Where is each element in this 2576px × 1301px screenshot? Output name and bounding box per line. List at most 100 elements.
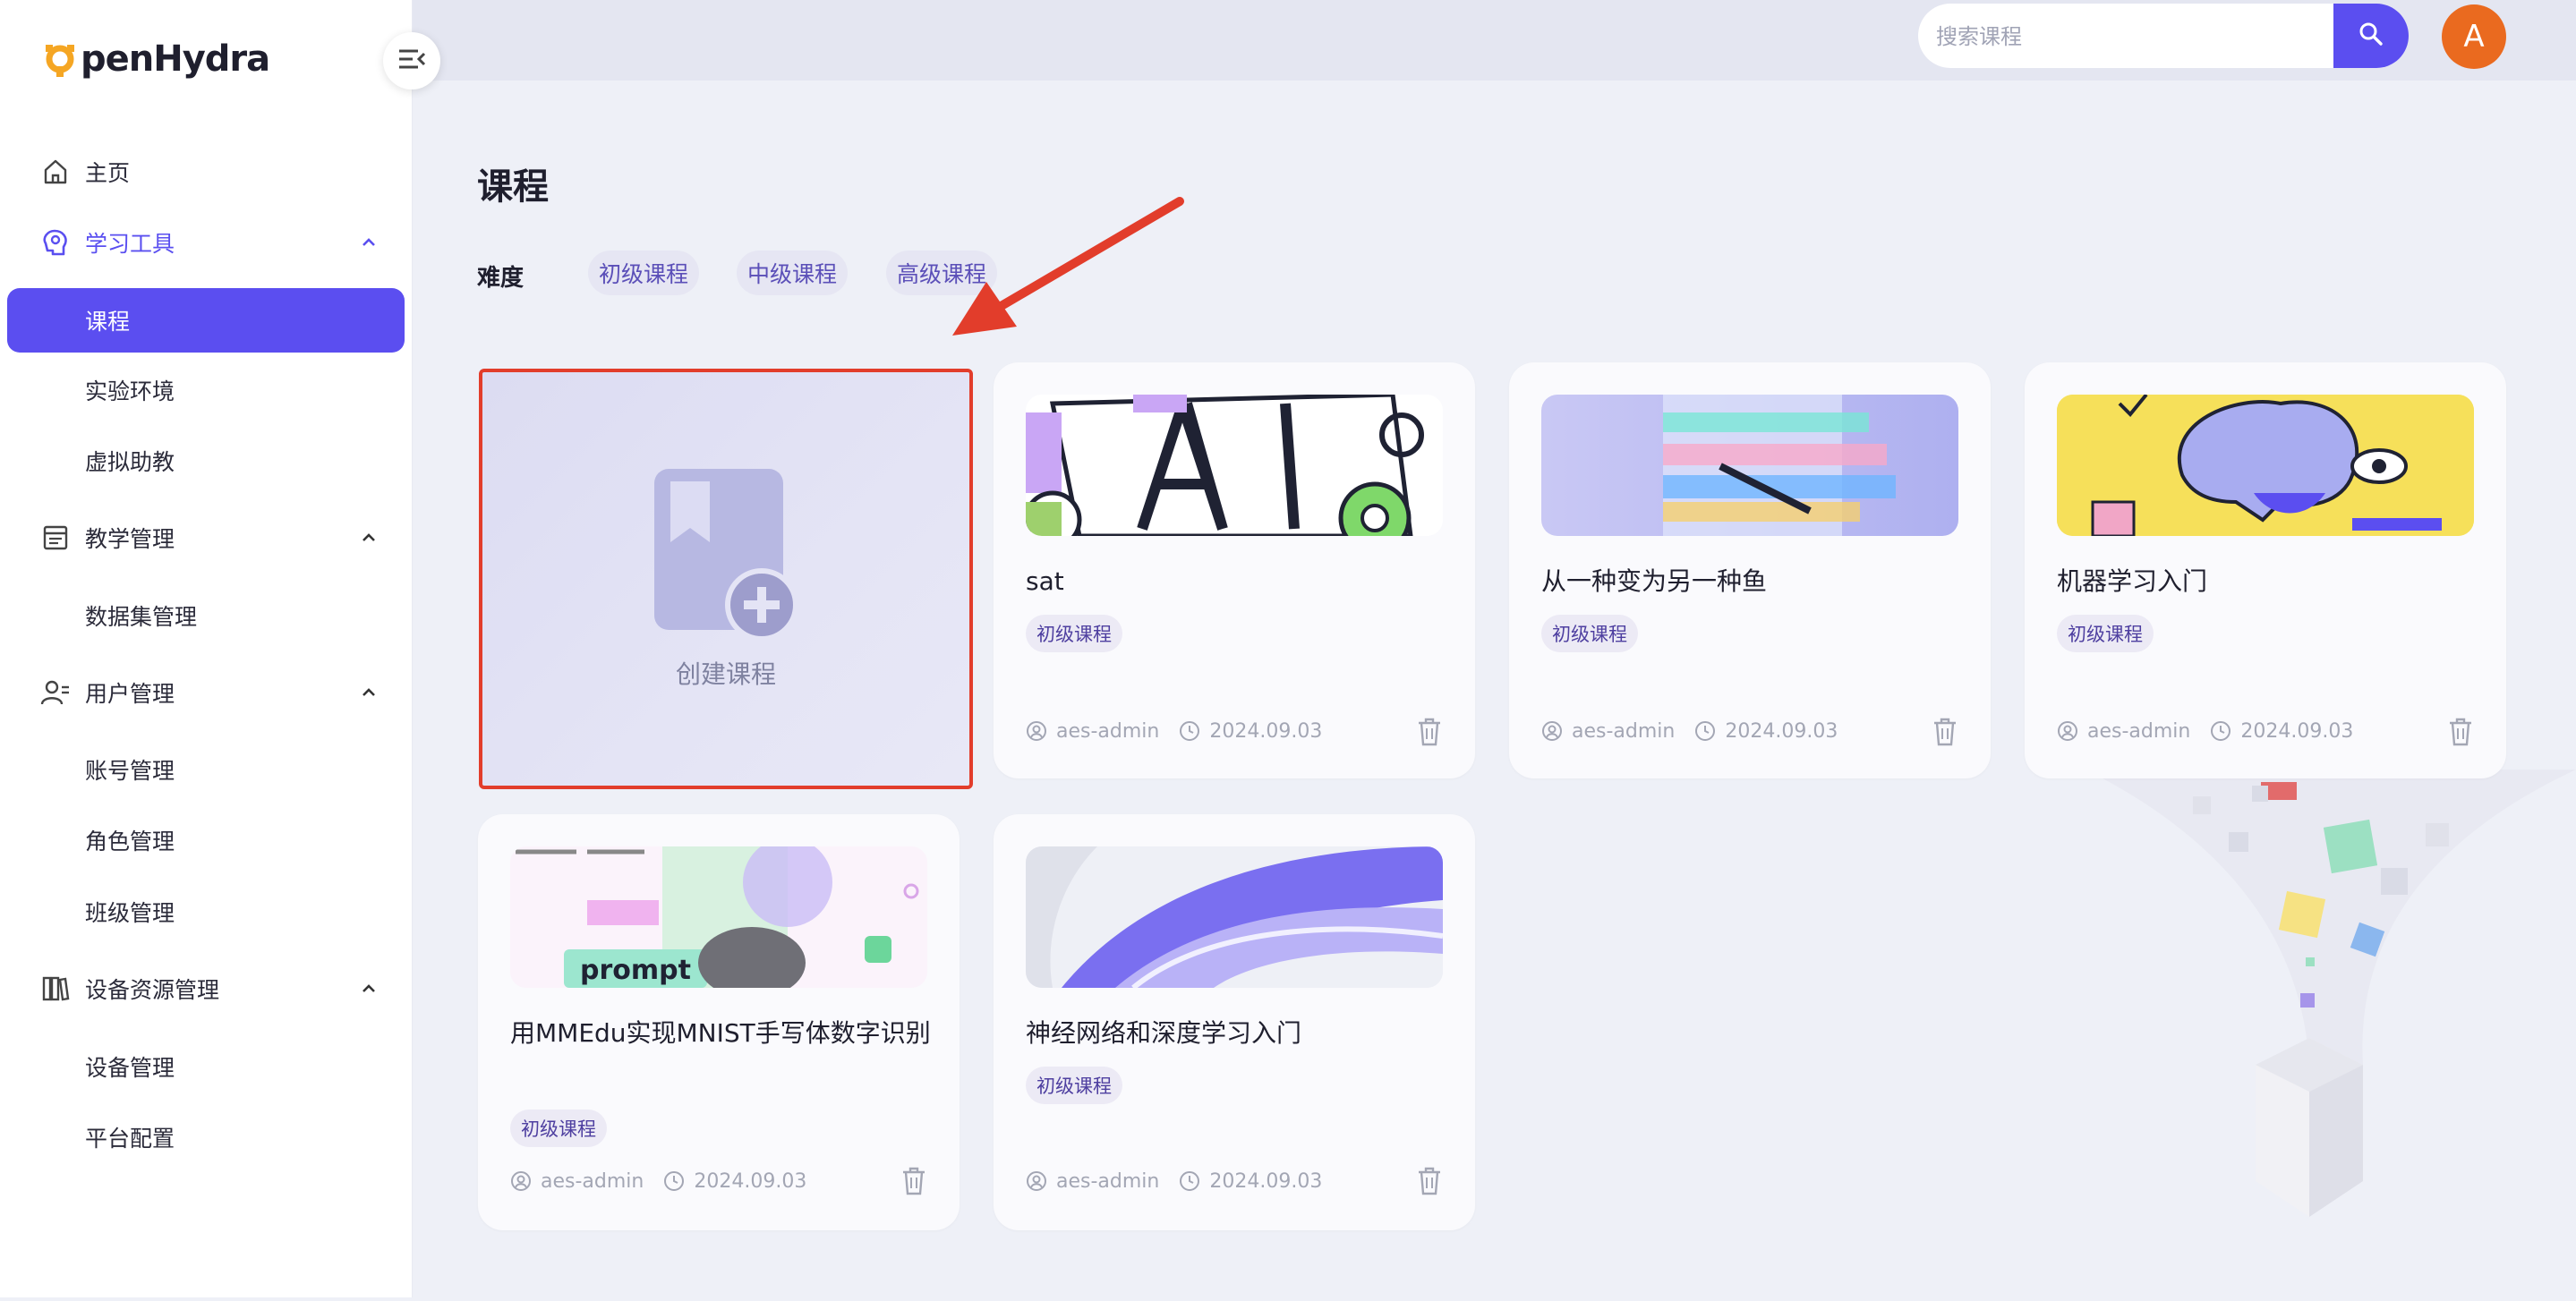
course-card[interactable]: 从一种变为另一种鱼 初级课程 aes-admin 2024.09.03 [1509, 362, 1991, 778]
course-thumbnail [1026, 395, 1443, 536]
course-title: sat [1026, 566, 1064, 596]
course-thumbnail [1541, 395, 1958, 536]
menu-fold-icon [397, 47, 427, 75]
trash-icon[interactable] [2447, 717, 2474, 747]
add-book-icon [654, 469, 798, 642]
library-icon [39, 973, 72, 1005]
sidebar-item-courses[interactable]: 课程 [7, 288, 405, 353]
course-date: 2024.09.03 [1209, 1169, 1323, 1193]
sidebar-item-dataset-management[interactable]: 数据集管理 [7, 583, 405, 648]
sidebar-item-user-management[interactable]: 用户管理 [0, 660, 412, 725]
sidebar-item-label: 学习工具 [85, 231, 175, 257]
course-date: 2024.09.03 [2240, 719, 2354, 743]
svg-text:prompt: prompt [580, 955, 691, 986]
search-box [1918, 4, 2409, 68]
course-level-tag: 初级课程 [1026, 615, 1122, 652]
clock-icon [1180, 1171, 1200, 1191]
sidebar-item-platform-config[interactable]: 平台配置 [7, 1105, 405, 1169]
clock-icon [664, 1171, 685, 1191]
sidebar-item-label: 虚拟助教 [85, 449, 175, 475]
course-level-tag: 初级课程 [2057, 615, 2154, 652]
sidebar-item-label: 班级管理 [85, 900, 175, 926]
annotation-arrow [940, 192, 1199, 344]
course-date: 2024.09.03 [1209, 719, 1323, 743]
home-icon [39, 156, 72, 188]
course-level-tag: 初级课程 [510, 1110, 607, 1147]
chevron-up-icon[interactable] [358, 978, 380, 999]
user-circle-icon [511, 1171, 531, 1191]
trash-icon[interactable] [900, 1166, 927, 1196]
course-thumbnail: prompt [510, 846, 927, 988]
sidebar-item-class-management[interactable]: 班级管理 [7, 880, 405, 944]
user-circle-icon [2058, 721, 2077, 741]
course-card[interactable]: 神经网络和深度学习入门 初级课程 aes-admin 2024.09.03 [994, 814, 1475, 1230]
brain-icon [39, 226, 72, 259]
sidebar: penHydra 主页 学习工具 课程 实验环境 虚拟助教 教学管理 数据集管理… [0, 0, 413, 1297]
course-author: aes-admin [1056, 1169, 1160, 1193]
sidebar-item-device-management[interactable]: 设备管理 [7, 1034, 405, 1099]
clock-icon [2211, 721, 2231, 741]
course-thumbnail [1026, 846, 1443, 988]
sidebar-item-device-resource-management[interactable]: 设备资源管理 [0, 957, 412, 1021]
filter-chip-intermediate[interactable]: 中级课程 [737, 251, 849, 295]
search-input[interactable] [1918, 4, 2350, 68]
sidebar-item-lab-environment[interactable]: 实验环境 [7, 358, 405, 422]
create-course-card[interactable]: 创建课程 [479, 369, 973, 789]
chevron-up-icon[interactable] [358, 682, 380, 703]
logo-text: penHydra [81, 38, 270, 80]
app-logo[interactable]: penHydra [43, 34, 270, 84]
user-circle-icon [1027, 721, 1046, 741]
course-author: aes-admin [541, 1169, 644, 1193]
chevron-up-icon[interactable] [358, 232, 380, 253]
sidebar-item-label: 设备管理 [85, 1055, 175, 1081]
sidebar-item-label: 用户管理 [85, 681, 175, 707]
sidebar-item-learning-tools[interactable]: 学习工具 [0, 210, 412, 275]
create-course-label: 创建课程 [675, 659, 776, 689]
sidebar-item-label: 实验环境 [85, 378, 175, 404]
sidebar-item-label: 角色管理 [85, 829, 175, 855]
course-author: aes-admin [1056, 719, 1160, 743]
top-bar: A [413, 0, 2576, 81]
course-meta: aes-admin 2024.09.03 [1541, 713, 1857, 749]
sidebar-item-label: 主页 [85, 160, 131, 186]
chevron-up-icon[interactable] [358, 527, 380, 548]
course-author: aes-admin [1572, 719, 1676, 743]
background-illustration [2086, 770, 2576, 1297]
course-card[interactable]: 机器学习入门 初级课程 aes-admin 2024.09.03 [2025, 362, 2506, 778]
course-meta: aes-admin 2024.09.03 [1026, 1163, 1342, 1199]
user-circle-icon [1542, 721, 1562, 741]
sidebar-item-account-management[interactable]: 账号管理 [7, 737, 405, 802]
sidebar-item-label: 教学管理 [85, 526, 175, 552]
course-card[interactable]: prompt 用MMEdu实现MNIST手写体数字识别 初级课程 aes-adm… [478, 814, 960, 1230]
sidebar-item-label: 课程 [85, 309, 131, 335]
filter-chip-beginner[interactable]: 初级课程 [588, 251, 700, 295]
sidebar-item-label: 设备资源管理 [85, 977, 220, 1003]
course-level-tag: 初级课程 [1541, 615, 1638, 652]
sidebar-item-home[interactable]: 主页 [0, 140, 412, 204]
search-button[interactable] [2333, 4, 2409, 68]
course-meta: aes-admin 2024.09.03 [2057, 713, 2373, 749]
sidebar-item-teaching-management[interactable]: 教学管理 [0, 506, 412, 570]
user-circle-icon [1027, 1171, 1046, 1191]
sidebar-item-role-management[interactable]: 角色管理 [7, 808, 405, 872]
avatar[interactable]: A [2442, 4, 2506, 69]
course-date: 2024.09.03 [694, 1169, 807, 1193]
trash-icon[interactable] [1416, 1166, 1443, 1196]
clock-icon [1180, 721, 1200, 741]
course-meta: aes-admin 2024.09.03 [1026, 713, 1342, 749]
sidebar-item-virtual-assistant[interactable]: 虚拟助教 [7, 429, 405, 493]
course-card[interactable]: sat 初级课程 aes-admin 2024.09.03 [994, 362, 1475, 778]
trash-icon[interactable] [1416, 717, 1443, 747]
trash-icon[interactable] [1932, 717, 1958, 747]
course-title: 从一种变为另一种鱼 [1541, 566, 1768, 596]
hydra-logo-icon [43, 39, 77, 79]
sidebar-item-label: 账号管理 [85, 758, 175, 784]
course-title: 用MMEdu实现MNIST手写体数字识别 [510, 1018, 931, 1048]
sidebar-item-label: 数据集管理 [85, 604, 198, 630]
course-level-tag: 初级课程 [1026, 1067, 1122, 1104]
clock-icon [1695, 721, 1716, 741]
course-title: 神经网络和深度学习入门 [1026, 1018, 1302, 1048]
sidebar-collapse-button[interactable] [383, 32, 440, 89]
difficulty-filter-label: 难度 [477, 265, 525, 292]
course-meta: aes-admin 2024.09.03 [510, 1163, 826, 1199]
